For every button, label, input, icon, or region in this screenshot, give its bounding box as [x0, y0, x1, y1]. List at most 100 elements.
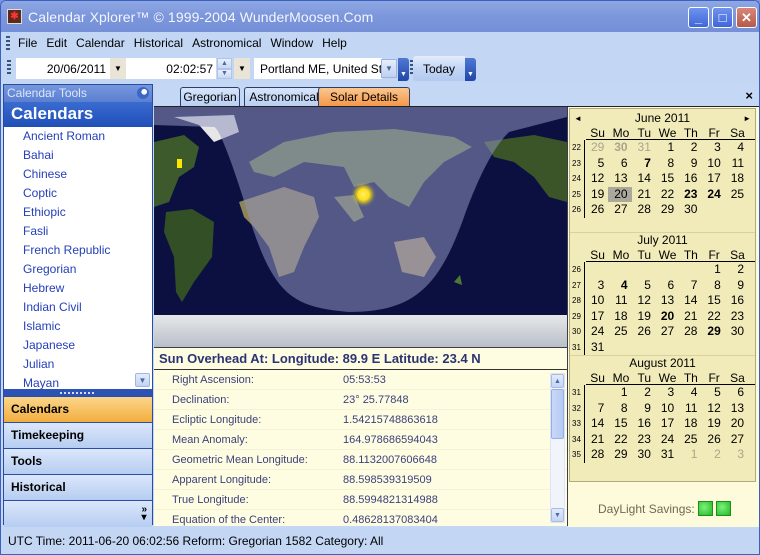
calendar-list-item[interactable]: Bahai	[4, 146, 152, 165]
day-cell[interactable]: 17	[655, 416, 678, 432]
day-cell[interactable]: 10	[655, 401, 678, 417]
day-cell[interactable]: 29	[608, 447, 631, 463]
date-dropdown-button[interactable]: ▼	[110, 58, 126, 79]
day-cell[interactable]: 24	[655, 432, 678, 448]
day-cell[interactable]: 28	[585, 447, 608, 463]
world-map[interactable]	[154, 107, 567, 347]
day-cell[interactable]: 26	[632, 324, 655, 340]
day-cell[interactable]: 24	[701, 187, 724, 203]
day-cell[interactable]: 25	[608, 324, 631, 340]
day-cell[interactable]: 9	[632, 401, 655, 417]
day-cell[interactable]: 8	[608, 401, 631, 417]
day-cell[interactable]: 31	[585, 340, 608, 356]
day-cell[interactable]: 12	[585, 171, 608, 187]
day-cell[interactable]: 1	[608, 385, 631, 401]
day-cell[interactable]: 19	[585, 187, 608, 203]
day-cell[interactable]: 1	[678, 447, 701, 463]
scroll-up-icon[interactable]: ▲	[551, 374, 564, 388]
day-cell[interactable]: 12	[632, 293, 655, 309]
day-cell[interactable]: 22	[655, 187, 678, 203]
close-tab-icon[interactable]: ×	[745, 88, 753, 103]
day-cell[interactable]: 2	[678, 140, 701, 156]
toolbar2-overflow-button[interactable]: ▼	[465, 58, 476, 81]
day-cell[interactable]: 16	[678, 171, 701, 187]
day-cell[interactable]: 25	[678, 432, 701, 448]
calendar-list-item[interactable]: Chinese	[4, 165, 152, 184]
day-cell[interactable]: 17	[701, 171, 724, 187]
day-cell[interactable]: 23	[632, 432, 655, 448]
day-cell[interactable]: 4	[678, 385, 701, 401]
toolbar-overflow-button[interactable]: ▼	[398, 58, 409, 81]
calendar-list-item[interactable]: Ethiopic	[4, 203, 152, 222]
day-cell[interactable]: 9	[725, 278, 748, 294]
day-cell[interactable]: 24	[585, 324, 608, 340]
date-field[interactable]: 20/06/2011	[16, 58, 110, 79]
menubar-grip[interactable]	[6, 36, 10, 50]
observer-location-marker[interactable]	[177, 159, 182, 168]
maximize-button[interactable]: □	[712, 7, 733, 28]
day-cell[interactable]: 5	[632, 278, 655, 294]
day-cell[interactable]: 13	[608, 171, 631, 187]
day-cell[interactable]: 22	[701, 309, 724, 325]
calendar-list-item[interactable]: Hebrew	[4, 279, 152, 298]
day-cell[interactable]: 3	[655, 385, 678, 401]
day-cell[interactable]: 7	[585, 401, 608, 417]
day-cell[interactable]: 15	[608, 416, 631, 432]
panel-splitter[interactable]	[4, 389, 152, 396]
calendar-list-item[interactable]: French Republic	[4, 241, 152, 260]
menu-calendar[interactable]: Calendar	[72, 36, 129, 50]
day-cell[interactable]: 3	[725, 447, 748, 463]
minimize-button[interactable]: _	[688, 7, 709, 28]
month-calendar[interactable]: June 2011 ◄ ► Su Mo Tu We Th Fr Sa 22 29 30 31 1 2 3 4 23 5…	[569, 108, 756, 482]
day-cell[interactable]: 8	[701, 278, 724, 294]
title-bar[interactable]: ✱ Calendar Xplorer™ © 1999-2004 WunderMo…	[1, 1, 759, 32]
next-month-icon[interactable]: ►	[743, 111, 751, 126]
day-cell[interactable]: 2	[632, 385, 655, 401]
day-cell[interactable]: 29	[655, 202, 678, 218]
day-cell[interactable]: 3	[701, 140, 724, 156]
prev-month-icon[interactable]: ◄	[574, 111, 582, 126]
menu-historical[interactable]: Historical	[130, 36, 187, 50]
calendar-list-item[interactable]: Mayan	[4, 374, 152, 389]
day-cell[interactable]: 20	[725, 416, 748, 432]
day-cell[interactable]: 28	[632, 202, 655, 218]
day-cell[interactable]: 27	[725, 432, 748, 448]
day-cell[interactable]: 4	[725, 140, 748, 156]
day-cell[interactable]: 14	[632, 171, 655, 187]
calendar-list-item[interactable]: Fasli	[4, 222, 152, 241]
day-cell[interactable]: 25	[725, 187, 748, 203]
day-cell[interactable]: 30	[608, 140, 631, 156]
scroll-thumb[interactable]	[551, 389, 564, 439]
menu-file[interactable]: File	[14, 36, 41, 50]
day-cell[interactable]: 13	[655, 293, 678, 309]
day-cell[interactable]: 5	[701, 385, 724, 401]
day-cell[interactable]: 6	[725, 385, 748, 401]
menu-help[interactable]: Help	[318, 36, 351, 50]
tab-solar-details[interactable]: Solar Details	[318, 87, 410, 106]
calendar-list-item[interactable]: Indian Civil	[4, 298, 152, 317]
day-cell[interactable]: 26	[585, 202, 608, 218]
day-cell[interactable]: 7	[632, 156, 655, 172]
day-cell[interactable]: 18	[678, 416, 701, 432]
day-cell[interactable]: 28	[678, 324, 701, 340]
scroll-down-icon[interactable]: ▼	[551, 508, 564, 522]
nav-button-timekeeping[interactable]: Timekeeping	[4, 422, 152, 448]
day-cell[interactable]: 20	[655, 309, 678, 325]
list-scroll-down-icon[interactable]: ▼	[135, 373, 150, 387]
day-cell[interactable]: 31	[632, 140, 655, 156]
day-cell[interactable]: 2	[701, 447, 724, 463]
calendar-list-item[interactable]: Ancient Roman	[4, 127, 152, 146]
day-cell[interactable]: 1	[655, 140, 678, 156]
tab-gregorian[interactable]: Gregorian	[180, 87, 240, 106]
day-cell[interactable]: 5	[585, 156, 608, 172]
day-cell[interactable]: 27	[655, 324, 678, 340]
day-cell[interactable]: 30	[632, 447, 655, 463]
day-cell[interactable]: 3	[585, 278, 608, 294]
moose-app-icon[interactable]: ✱	[7, 9, 22, 24]
day-cell[interactable]: 26	[701, 432, 724, 448]
calendar-list-item[interactable]: Coptic	[4, 184, 152, 203]
nav-button-historical[interactable]: Historical	[4, 474, 152, 500]
day-cell[interactable]: 8	[655, 156, 678, 172]
spin-down-icon[interactable]: ▼	[217, 68, 232, 79]
nav-button-tools[interactable]: Tools	[4, 448, 152, 474]
